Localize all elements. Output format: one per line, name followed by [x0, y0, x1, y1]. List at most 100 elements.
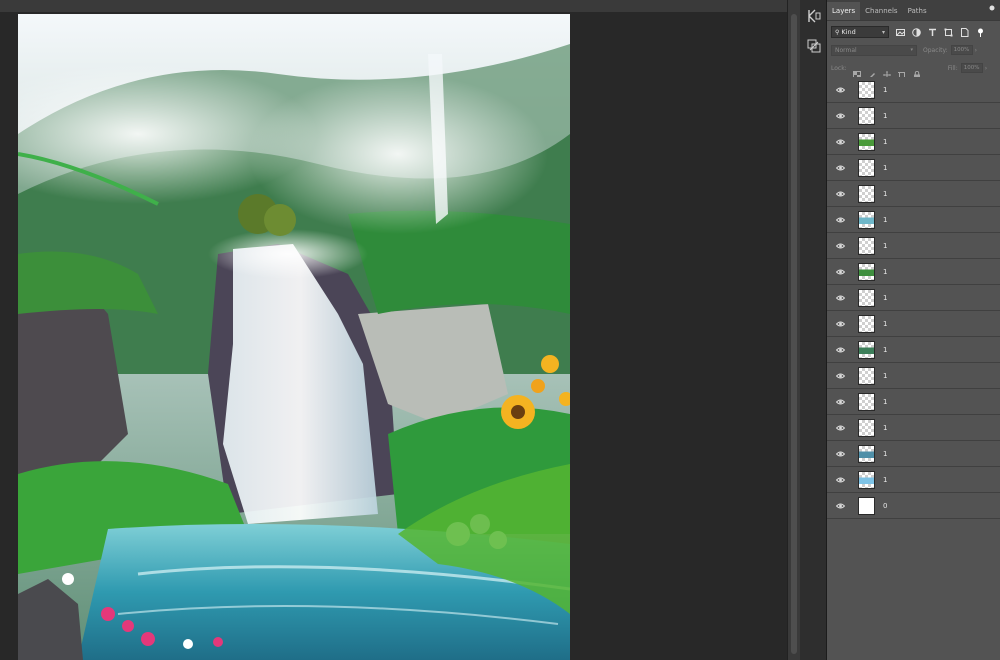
layer-thumbnail[interactable]	[858, 106, 875, 125]
layer-row[interactable]: 1	[827, 311, 1000, 337]
kind-label: Kind	[841, 28, 856, 36]
layer-row[interactable]: 1	[827, 77, 1000, 103]
layer-name[interactable]: 1	[883, 424, 887, 432]
layer-name[interactable]: 1	[883, 112, 887, 120]
eye-icon[interactable]	[833, 85, 847, 95]
panel-menu-icon[interactable]	[988, 4, 996, 12]
chevron-down-icon: ▾	[910, 47, 913, 53]
layer-row[interactable]: 1	[827, 103, 1000, 129]
layer-row[interactable]: 1	[827, 467, 1000, 493]
chevron-down-icon: ▾	[881, 28, 885, 36]
layer-name[interactable]: 1	[883, 86, 887, 94]
layer-row[interactable]: 1	[827, 233, 1000, 259]
layer-row[interactable]: 1	[827, 181, 1000, 207]
eye-icon[interactable]	[833, 189, 847, 199]
layer-name[interactable]: 0	[883, 502, 887, 510]
eye-icon[interactable]	[833, 241, 847, 251]
layer-name[interactable]: 1	[883, 268, 887, 276]
layer-thumbnail[interactable]	[858, 288, 875, 307]
layer-row[interactable]: 1	[827, 285, 1000, 311]
shape-filter-icon[interactable]	[943, 27, 953, 37]
eye-icon[interactable]	[833, 449, 847, 459]
layer-list[interactable]: 1 1 1 1 1 1 1 1 1 1 1 1 1 1 1 1 0	[827, 77, 1000, 519]
layer-thumbnail[interactable]	[858, 210, 875, 229]
layer-name[interactable]: 1	[883, 476, 887, 484]
layer-name[interactable]: 1	[883, 450, 887, 458]
eye-icon[interactable]	[833, 475, 847, 485]
lock-position-icon[interactable]	[882, 64, 892, 79]
layer-name[interactable]: 1	[883, 372, 887, 380]
layer-name[interactable]: 1	[883, 242, 887, 250]
history-panel-icon[interactable]	[804, 6, 824, 26]
chevron-right-icon[interactable]: ›	[975, 47, 977, 54]
filter-toggle-icon[interactable]	[975, 27, 985, 37]
lock-image-icon[interactable]	[868, 64, 877, 79]
layer-thumbnail[interactable]	[858, 132, 875, 151]
chevron-right-icon[interactable]: ›	[985, 65, 987, 72]
eye-icon[interactable]	[833, 137, 847, 147]
lock-artboard-icon[interactable]	[897, 64, 907, 78]
layer-row[interactable]: 1	[827, 259, 1000, 285]
layer-name[interactable]: 1	[883, 398, 887, 406]
layer-row[interactable]: 1	[827, 415, 1000, 441]
kind-filter-select[interactable]: ⚲ Kind ▾	[831, 26, 889, 38]
eye-icon[interactable]	[833, 371, 847, 381]
smart-object-filter-icon[interactable]	[959, 27, 969, 37]
layer-name[interactable]: 1	[883, 216, 887, 224]
lock-transparent-icon[interactable]	[852, 64, 862, 79]
eye-icon[interactable]	[833, 319, 847, 329]
type-filter-icon[interactable]	[927, 27, 937, 37]
eye-icon[interactable]	[833, 215, 847, 225]
lock-all-icon[interactable]	[913, 64, 922, 79]
layer-thumbnail[interactable]	[858, 314, 875, 333]
eye-icon[interactable]	[833, 501, 847, 511]
eye-icon[interactable]	[833, 111, 847, 121]
image-filter-icon[interactable]	[895, 27, 905, 37]
waterfall-artwork	[18, 14, 570, 660]
layer-name[interactable]: 1	[883, 346, 887, 354]
layer-row[interactable]: 1	[827, 155, 1000, 181]
layer-row[interactable]: 1	[827, 207, 1000, 233]
scrollbar-thumb[interactable]	[791, 14, 797, 654]
eye-icon[interactable]	[833, 163, 847, 173]
layer-thumbnail[interactable]	[858, 418, 875, 437]
layer-thumbnail[interactable]	[858, 496, 875, 515]
blend-mode-select[interactable]: Normal ▾	[831, 44, 917, 56]
layer-thumbnail[interactable]	[858, 158, 875, 177]
eye-icon[interactable]	[833, 345, 847, 355]
layer-row[interactable]: 1	[827, 363, 1000, 389]
layer-row[interactable]: 1	[827, 441, 1000, 467]
layer-thumbnail[interactable]	[858, 236, 875, 255]
adjustment-filter-icon[interactable]	[911, 27, 921, 37]
layer-name[interactable]: 1	[883, 294, 887, 302]
properties-panel-icon[interactable]	[804, 36, 824, 56]
layer-thumbnail[interactable]	[858, 392, 875, 411]
layer-thumbnail[interactable]	[858, 444, 875, 463]
tab-paths[interactable]: Paths	[903, 2, 932, 20]
layer-row[interactable]: 1	[827, 389, 1000, 415]
eye-icon[interactable]	[833, 423, 847, 433]
opacity-field[interactable]: 100%	[950, 45, 973, 55]
layer-thumbnail[interactable]	[858, 366, 875, 385]
canvas-workspace[interactable]	[0, 0, 790, 660]
layer-thumbnail[interactable]	[858, 80, 875, 99]
layer-name[interactable]: 1	[883, 164, 887, 172]
vertical-scrollbar[interactable]	[787, 0, 801, 660]
layer-thumbnail[interactable]	[858, 470, 875, 489]
layer-name[interactable]: 1	[883, 190, 887, 198]
layer-thumbnail[interactable]	[858, 184, 875, 203]
layer-name[interactable]: 1	[883, 138, 887, 146]
fill-field[interactable]: 100%	[960, 63, 983, 73]
layer-row[interactable]: 1	[827, 129, 1000, 155]
layer-thumbnail[interactable]	[858, 262, 875, 281]
layer-row[interactable]: 0	[827, 493, 1000, 519]
layer-row[interactable]: 1	[827, 337, 1000, 363]
document-canvas[interactable]	[18, 14, 570, 660]
eye-icon[interactable]	[833, 293, 847, 303]
eye-icon[interactable]	[833, 267, 847, 277]
tab-layers[interactable]: Layers	[827, 2, 861, 20]
tab-channels[interactable]: Channels	[860, 2, 902, 20]
layer-name[interactable]: 1	[883, 320, 887, 328]
layer-thumbnail[interactable]	[858, 340, 875, 359]
eye-icon[interactable]	[833, 397, 847, 407]
